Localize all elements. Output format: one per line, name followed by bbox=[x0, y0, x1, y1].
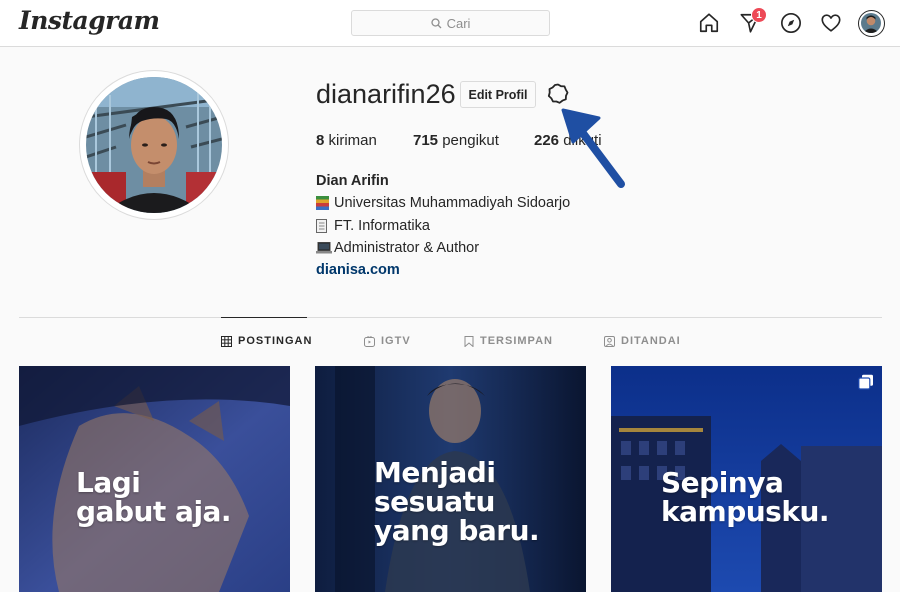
post-caption: Lagi gabut aja. bbox=[76, 466, 232, 528]
search-input[interactable]: Cari bbox=[351, 10, 550, 36]
caption-line: sesuatu bbox=[374, 485, 495, 518]
posts-count: 8 bbox=[316, 132, 325, 149]
tab-igtv[interactable]: IGTV bbox=[364, 335, 411, 347]
bio-text: Administrator & Author bbox=[334, 239, 480, 256]
home-icon[interactable] bbox=[697, 11, 721, 35]
profile-full-name: Dian Arifin bbox=[316, 173, 389, 189]
profile-avatar[interactable] bbox=[79, 70, 229, 220]
search-placeholder: Cari bbox=[446, 15, 471, 31]
followers-stat[interactable]: 715 pengikut bbox=[413, 132, 499, 149]
tab-saved[interactable]: TERSIMPAN bbox=[464, 335, 553, 347]
edit-profile-button[interactable]: Edit Profil bbox=[460, 81, 536, 108]
top-nav-bar: Instagram Cari 1 bbox=[0, 0, 900, 47]
tab-saved-label: TERSIMPAN bbox=[480, 335, 553, 347]
bio-text: FT. Informatika bbox=[334, 217, 430, 234]
instagram-logo[interactable]: Instagram bbox=[19, 6, 160, 35]
profile-username: dianarifin26 bbox=[316, 79, 456, 109]
active-tab-indicator bbox=[221, 317, 307, 318]
books-emoji-icon bbox=[316, 196, 334, 211]
post-caption: Sepinya kampusku. bbox=[661, 466, 830, 528]
tab-igtv-label: IGTV bbox=[381, 335, 411, 347]
bio-line: FT. Informatika bbox=[316, 215, 570, 237]
tab-posts[interactable]: POSTINGAN bbox=[221, 335, 312, 347]
tagged-icon bbox=[604, 335, 615, 347]
search-icon bbox=[430, 17, 442, 28]
caption-line: Menjadi bbox=[374, 456, 496, 489]
post-thumbnail[interactable]: Lagi gabut aja. bbox=[19, 366, 290, 592]
igtv-icon bbox=[364, 335, 375, 347]
notebook-emoji-icon bbox=[316, 218, 334, 233]
post-thumbnail[interactable]: Sepinya kampusku. bbox=[611, 366, 882, 592]
explore-compass-icon[interactable] bbox=[779, 11, 803, 35]
caption-line: Lagi bbox=[76, 466, 141, 499]
posts-label: kiriman bbox=[328, 132, 377, 149]
bio-text: Universitas Muhammadiyah Sidoarjo bbox=[334, 195, 571, 212]
followers-label: pengikut bbox=[442, 132, 499, 149]
bio-line: Administrator & Author bbox=[316, 237, 570, 259]
activity-heart-icon[interactable] bbox=[819, 11, 843, 35]
caption-line: Sepinya bbox=[661, 466, 784, 499]
caption-line: kampusku. bbox=[661, 495, 830, 528]
tab-posts-label: POSTINGAN bbox=[238, 335, 313, 347]
posts-stat: 8 kiriman bbox=[316, 132, 377, 149]
tab-tagged-label: DITANDAI bbox=[621, 335, 681, 347]
tab-tagged[interactable]: DITANDAI bbox=[604, 335, 681, 347]
notification-badge: 1 bbox=[751, 7, 767, 23]
laptop-emoji-icon bbox=[316, 242, 334, 254]
grid-icon bbox=[221, 335, 232, 347]
multiple-photos-icon bbox=[858, 374, 873, 390]
nav-profile-avatar[interactable] bbox=[858, 10, 885, 37]
profile-bio: Dian Arifin Universitas Muhammadiyah Sid… bbox=[316, 170, 570, 281]
followers-count: 715 bbox=[413, 132, 439, 149]
profile-website-link[interactable]: dianisa.com bbox=[316, 259, 570, 281]
caption-line: yang baru. bbox=[374, 514, 540, 547]
profile-photo bbox=[86, 77, 222, 213]
post-thumbnail[interactable]: Menjadi sesuatu yang baru. bbox=[315, 366, 586, 592]
annotation-arrow-icon bbox=[561, 108, 625, 188]
post-caption: Menjadi sesuatu yang baru. bbox=[374, 456, 540, 547]
bio-line: Universitas Muhammadiyah Sidoarjo bbox=[316, 192, 570, 214]
settings-gear-icon[interactable] bbox=[546, 82, 570, 106]
bookmark-icon bbox=[464, 335, 474, 347]
caption-line: gabut aja. bbox=[76, 495, 232, 528]
tabs-divider bbox=[19, 317, 882, 318]
